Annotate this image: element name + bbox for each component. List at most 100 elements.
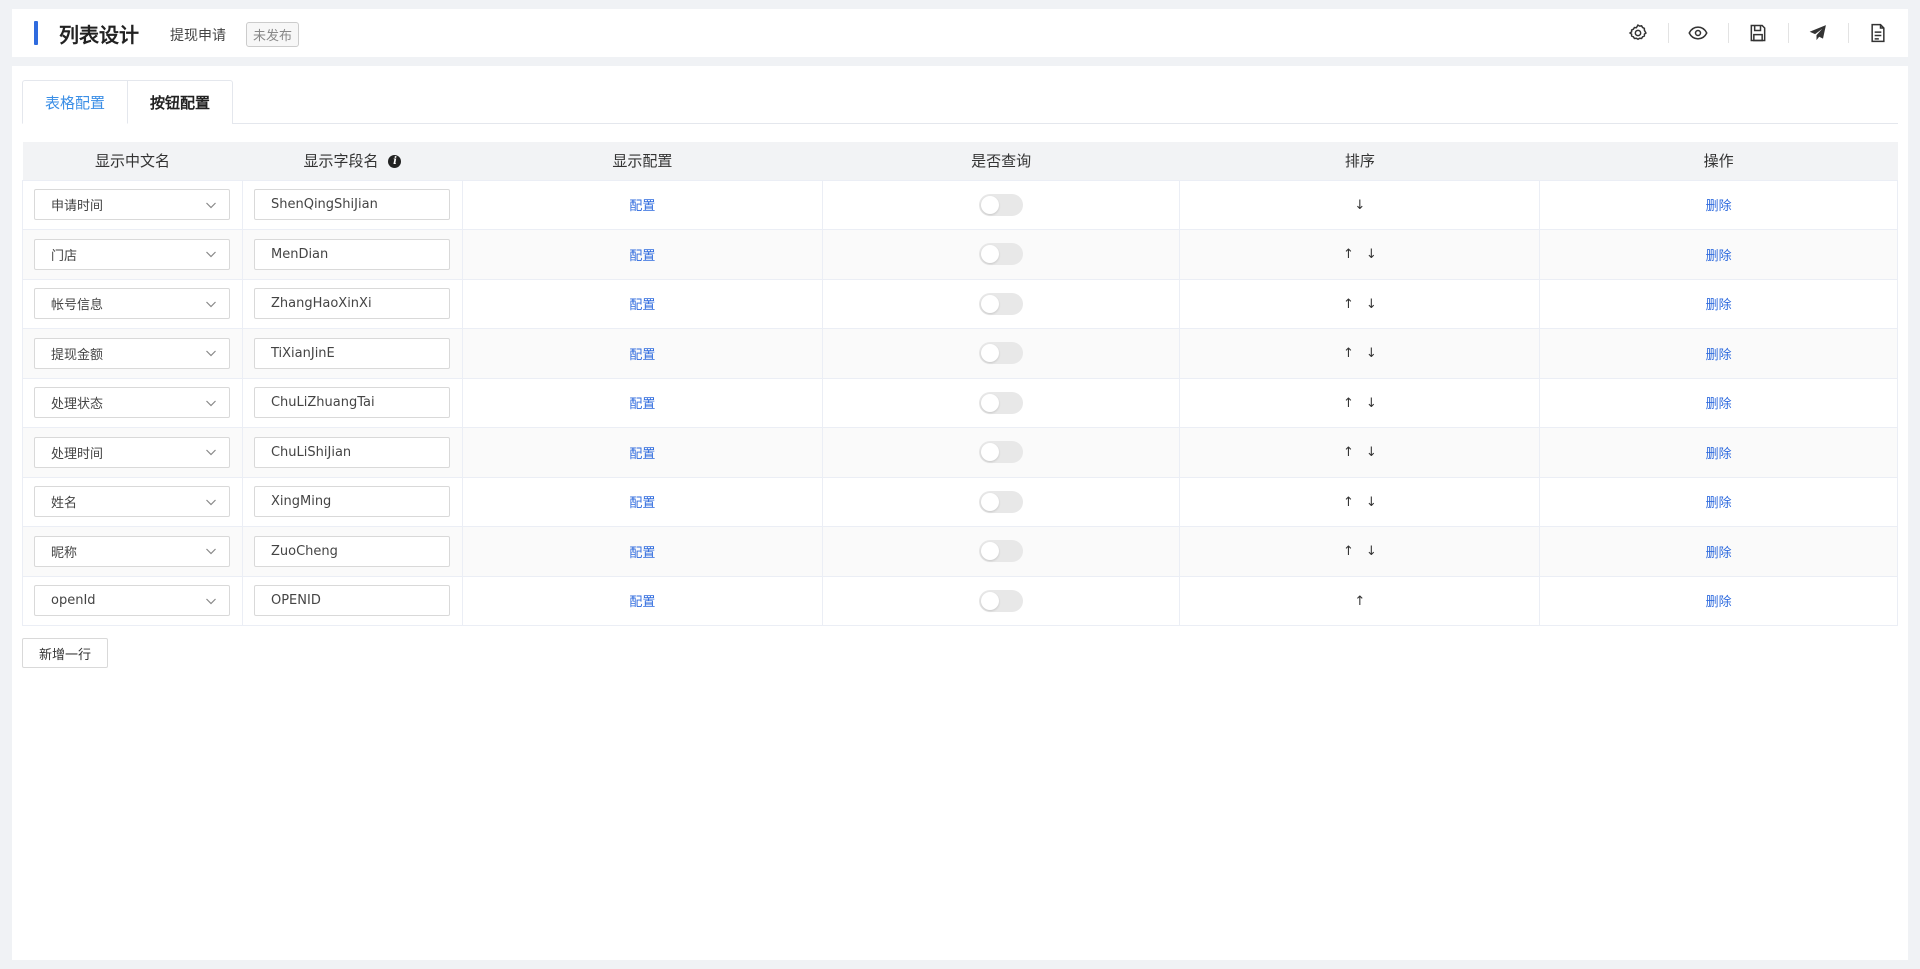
config-link[interactable]: 配置 — [629, 496, 655, 511]
sort-up-icon[interactable]: ↑ — [1337, 247, 1360, 262]
document-button[interactable] — [1848, 9, 1908, 57]
cell-display-name: 处理状态 — [22, 378, 243, 428]
document-icon — [1871, 23, 1885, 43]
display-name-value: 帐号信息 — [51, 298, 104, 314]
display-name-select[interactable]: 姓名 — [34, 486, 230, 518]
sort-up-icon[interactable]: ↑ — [1337, 544, 1360, 559]
header-field-name: 显示字段名 i — [242, 142, 463, 181]
cell-actions: 删除 — [1539, 279, 1898, 329]
query-toggle[interactable] — [979, 342, 1024, 365]
field-name-input[interactable]: ZhangHaoXinXi — [253, 288, 450, 320]
display-name-value: 处理时间 — [51, 446, 104, 462]
cell-display-config: 配置 — [462, 477, 823, 527]
delete-link[interactable]: 删除 — [1706, 249, 1732, 264]
delete-link[interactable]: 删除 — [1706, 348, 1732, 363]
sort-up-icon[interactable]: ↑ — [1337, 396, 1360, 411]
sort-up-icon[interactable]: ↑ — [1337, 445, 1360, 460]
cell-field-name: OPENID — [242, 576, 463, 626]
query-toggle[interactable] — [979, 441, 1024, 464]
query-toggle[interactable] — [979, 292, 1024, 315]
display-name-select[interactable]: 昵称 — [34, 535, 230, 567]
query-toggle[interactable] — [979, 391, 1024, 414]
config-link[interactable]: 配置 — [629, 546, 655, 561]
header-is-query: 是否查询 — [822, 142, 1180, 181]
settings-button[interactable] — [1608, 9, 1668, 57]
sort-down-icon[interactable]: ↓ — [1360, 346, 1383, 361]
sort-down-icon[interactable]: ↓ — [1360, 445, 1383, 460]
preview-button[interactable] — [1668, 9, 1728, 57]
cell-actions: 删除 — [1539, 229, 1898, 280]
sort-down-icon[interactable]: ↓ — [1360, 247, 1383, 262]
field-name-input[interactable]: MenDian — [253, 238, 450, 270]
sort-up-icon[interactable]: ↑ — [1348, 594, 1371, 609]
sort-controls: ↓ — [1348, 198, 1371, 213]
display-name-value: 昵称 — [51, 545, 78, 561]
field-name-input[interactable]: ChuLiZhuangTai — [253, 387, 450, 419]
header-display-name: 显示中文名 — [22, 142, 243, 181]
save-button[interactable] — [1728, 9, 1788, 57]
field-name-input[interactable]: ZuoCheng — [253, 535, 450, 567]
cell-is-query — [822, 279, 1181, 329]
cell-actions: 删除 — [1539, 180, 1898, 230]
cell-sort: ↑ ↓ — [1179, 477, 1541, 527]
sort-down-icon[interactable]: ↓ — [1360, 396, 1383, 411]
sort-up-icon[interactable]: ↑ — [1337, 297, 1360, 312]
form-name: 提现申请 — [170, 28, 226, 44]
config-link[interactable]: 配置 — [629, 249, 655, 264]
cell-actions: 删除 — [1539, 477, 1898, 527]
display-name-select[interactable]: 门店 — [34, 238, 230, 270]
display-name-value: 处理状态 — [51, 397, 104, 413]
tab-button-config[interactable]: 按钮配置 — [128, 80, 234, 124]
config-link[interactable]: 配置 — [629, 397, 655, 412]
delete-link[interactable]: 删除 — [1706, 595, 1732, 610]
field-name-input[interactable]: XingMing — [253, 486, 450, 518]
field-name-input[interactable]: OPENID — [253, 585, 450, 617]
add-row-button[interactable]: 新增一行 — [22, 638, 109, 668]
toolbar — [1608, 9, 1908, 57]
sort-up-icon[interactable]: ↑ — [1337, 346, 1360, 361]
query-toggle[interactable] — [979, 193, 1024, 216]
delete-link[interactable]: 删除 — [1706, 397, 1732, 412]
cell-field-name: XingMing — [242, 477, 463, 527]
sort-down-icon[interactable]: ↓ — [1360, 297, 1383, 312]
delete-link[interactable]: 删除 — [1706, 199, 1732, 214]
delete-link[interactable]: 删除 — [1706, 298, 1732, 313]
display-name-select[interactable]: 帐号信息 — [34, 288, 230, 320]
delete-link[interactable]: 删除 — [1706, 546, 1732, 561]
field-name-input[interactable]: TiXianJinE — [253, 337, 450, 369]
publish-button[interactable] — [1788, 9, 1848, 57]
config-link[interactable]: 配置 — [629, 595, 655, 610]
query-toggle[interactable] — [979, 243, 1024, 266]
chevron-down-icon — [206, 499, 216, 506]
cell-display-name: 昵称 — [22, 526, 243, 577]
config-link[interactable]: 配置 — [629, 447, 655, 462]
display-name-select[interactable]: openId — [34, 585, 230, 617]
sort-up-icon[interactable]: ↑ — [1337, 495, 1360, 510]
cell-display-config: 配置 — [462, 279, 823, 329]
field-name-input[interactable]: ShenQingShiJian — [253, 189, 450, 221]
tab-table-config[interactable]: 表格配置 — [22, 80, 129, 124]
sort-controls: ↑ ↓ — [1337, 297, 1383, 312]
config-link[interactable]: 配置 — [629, 199, 655, 214]
table-row: 申请时间 ShenQingShiJian 配置 ↓ 删除 — [22, 180, 1898, 230]
display-name-select[interactable]: 处理状态 — [34, 387, 230, 419]
sort-down-icon[interactable]: ↓ — [1360, 495, 1383, 510]
main-panel: 表格配置 按钮配置 显示中文名 显示字段名 i 显示配置 是否查询 排序 操作 申… — [12, 66, 1908, 960]
config-link[interactable]: 配置 — [629, 348, 655, 363]
query-toggle[interactable] — [979, 490, 1024, 513]
display-name-select[interactable]: 处理时间 — [34, 436, 230, 468]
page-title: 列表设计 — [59, 23, 139, 47]
query-toggle[interactable] — [979, 540, 1024, 563]
table-row: 提现金额 TiXianJinE 配置 ↑ ↓ 删除 — [22, 328, 1898, 379]
field-name-input[interactable]: ChuLiShiJian — [253, 436, 450, 468]
cell-is-query — [822, 328, 1181, 379]
delete-link[interactable]: 删除 — [1706, 447, 1732, 462]
display-name-select[interactable]: 申请时间 — [34, 189, 230, 221]
sort-down-icon[interactable]: ↓ — [1348, 198, 1371, 213]
delete-link[interactable]: 删除 — [1706, 496, 1732, 511]
config-link[interactable]: 配置 — [629, 298, 655, 313]
query-toggle[interactable] — [979, 589, 1024, 612]
sort-down-icon[interactable]: ↓ — [1360, 544, 1383, 559]
info-icon[interactable]: i — [388, 155, 402, 169]
display-name-select[interactable]: 提现金额 — [34, 337, 230, 369]
